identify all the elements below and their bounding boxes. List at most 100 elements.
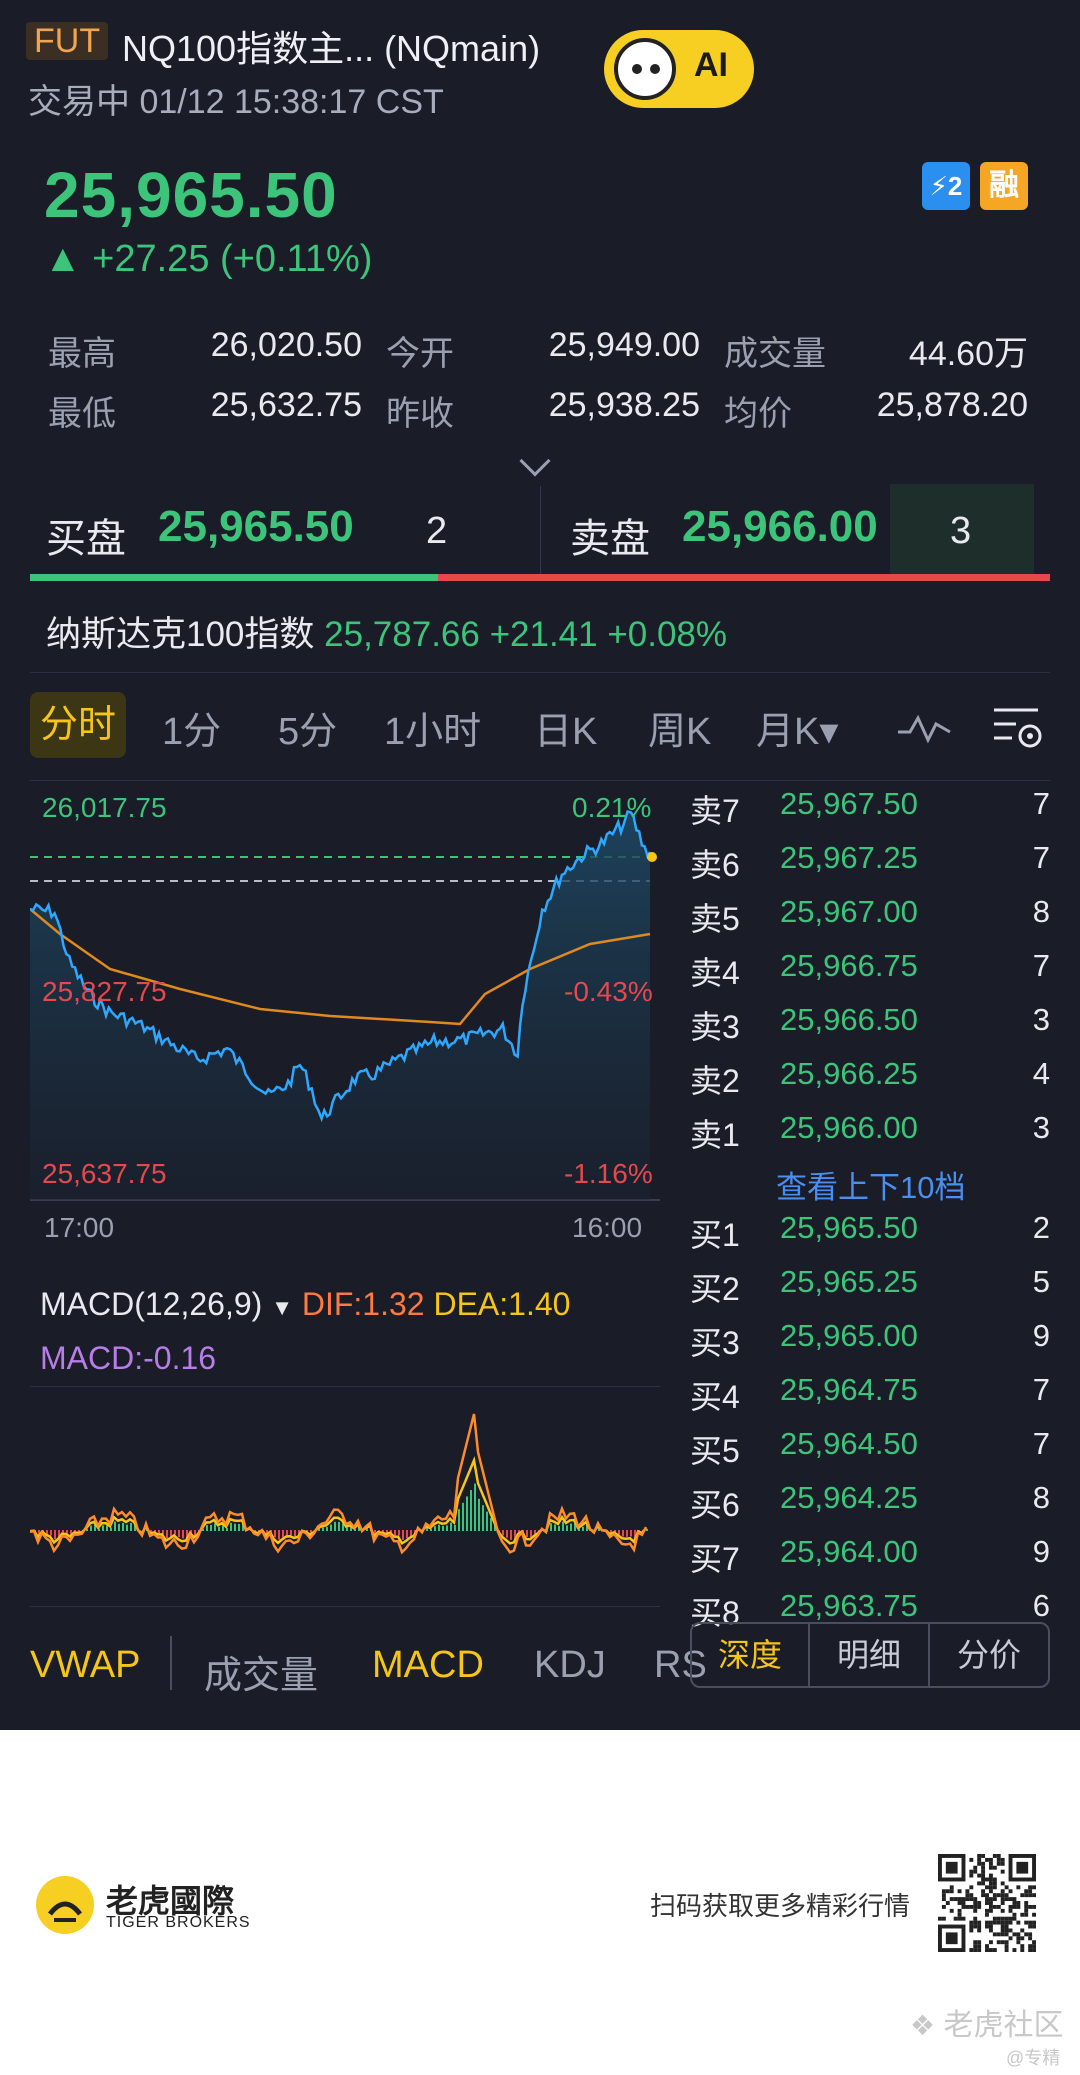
orderbook-level-label: 卖4 bbox=[690, 955, 740, 991]
orderbook-view-switch: 深度 明细 分价 bbox=[690, 1622, 1050, 1688]
orderbook-level-qty: 5 bbox=[1032, 1264, 1050, 1299]
orderbook-level-qty: 9 bbox=[1032, 1534, 1050, 1569]
tab-1hour[interactable]: 1小时 bbox=[384, 700, 481, 755]
stat-avg-label: 均价 bbox=[724, 395, 792, 433]
chart-high-pct: 0.21% bbox=[572, 792, 652, 823]
community-watermark: ❖ 老虎社区 bbox=[910, 2009, 1064, 2042]
orderbook-level-qty: 7 bbox=[1032, 840, 1050, 875]
tab-daily[interactable]: 日K bbox=[534, 700, 597, 755]
brand-subtitle: TIGER BROKERS bbox=[106, 1914, 251, 1931]
ask-qty: 3 bbox=[950, 510, 972, 552]
stat-high-value: 26,020.50 bbox=[210, 326, 362, 364]
time-start-label: 17:00 bbox=[44, 1212, 115, 1243]
chart-low-pct: -1.16% bbox=[564, 1158, 653, 1189]
chart-mid-pct: -0.43% bbox=[564, 976, 653, 1007]
stat-low-value: 25,632.75 bbox=[210, 386, 362, 424]
orderbook-bids-row[interactable]: 买3 25,965.00 9 bbox=[690, 1318, 1050, 1372]
view-more-levels-link[interactable]: 查看上下10档 bbox=[776, 1162, 965, 1207]
tab-5min[interactable]: 5分 bbox=[278, 700, 337, 755]
orderbook-level-price: 25,966.00 bbox=[780, 1110, 918, 1145]
macd-header[interactable]: MACD(12,26,9) ▼ DIF:1.32 DEA:1.40 bbox=[40, 1286, 570, 1323]
indicator-tab-macd[interactable]: MACD bbox=[372, 1644, 484, 1687]
orderbook-level-price: 25,964.75 bbox=[780, 1372, 918, 1407]
index-value: 25,787.66 +21.41 +0.08% bbox=[324, 615, 727, 654]
dropdown-caret-icon[interactable]: ▼ bbox=[271, 1295, 293, 1320]
orderbook-asks-row[interactable]: 卖4 25,966.75 7 bbox=[690, 948, 1050, 1002]
tab-timeshare[interactable]: 分时 bbox=[30, 692, 126, 758]
price-change: ▲ +27.25 (+0.11%) bbox=[44, 238, 373, 280]
instrument-title[interactable]: NQ100指数主... (NQmain) bbox=[122, 20, 540, 72]
stat-avg-value: 25,878.20 bbox=[876, 386, 1028, 424]
index-reference[interactable]: 纳斯达克100指数 25,787.66 +21.41 +0.08% bbox=[46, 606, 727, 657]
orderbook-asks-row[interactable]: 卖2 25,966.25 4 bbox=[690, 1056, 1050, 1110]
orderbook-level-price: 25,963.75 bbox=[780, 1588, 918, 1623]
ask-label: 卖盘 bbox=[570, 517, 650, 561]
macd-dif: DIF:1.32 bbox=[301, 1286, 425, 1322]
chart-mid-label: 25,827.75 bbox=[42, 976, 167, 1007]
orderbook-asks-row[interactable]: 卖3 25,966.50 3 bbox=[690, 1002, 1050, 1056]
orderbook-level-qty: 7 bbox=[1032, 1372, 1050, 1407]
level2-icon[interactable]: ⚡2 bbox=[922, 162, 970, 210]
orderbook-bids-row[interactable]: 买7 25,964.00 9 bbox=[690, 1534, 1050, 1588]
orderbook-asks-row[interactable]: 卖7 25,967.50 7 bbox=[690, 786, 1050, 840]
tab-monthly[interactable]: 月K▾ bbox=[756, 700, 838, 755]
orderbook-level-label: 买2 bbox=[690, 1271, 740, 1307]
indicator-tab-vwap[interactable]: VWAP bbox=[30, 1644, 141, 1687]
segment-depth[interactable]: 深度 bbox=[692, 1624, 810, 1686]
segment-price-distribution[interactable]: 分价 bbox=[930, 1624, 1048, 1686]
orderbook-level-qty: 3 bbox=[1032, 1002, 1050, 1037]
orderbook-level-qty: 3 bbox=[1032, 1110, 1050, 1145]
orderbook-level-label: 卖6 bbox=[690, 847, 740, 883]
orderbook-bids-row[interactable]: 买2 25,965.25 5 bbox=[690, 1264, 1050, 1318]
bid-label: 买盘 bbox=[46, 517, 126, 561]
orderbook-level-price: 25,967.50 bbox=[780, 786, 918, 821]
orderbook-level-qty: 4 bbox=[1032, 1056, 1050, 1091]
orderbook-level-qty: 8 bbox=[1032, 1480, 1050, 1515]
stat-volume-value: 44.60万 bbox=[908, 335, 1028, 373]
futures-badge: FUT bbox=[26, 22, 109, 60]
segment-detail[interactable]: 明细 bbox=[810, 1624, 930, 1686]
orderbook-asks-row[interactable]: 卖6 25,967.25 7 bbox=[690, 840, 1050, 894]
orderbook-level-price: 25,966.50 bbox=[780, 1002, 918, 1037]
orderbook-bids-row[interactable]: 买4 25,964.75 7 bbox=[690, 1372, 1050, 1426]
bid-strength-bar bbox=[30, 574, 438, 581]
indicator-tab-kdj[interactable]: KDJ bbox=[534, 1644, 606, 1687]
orderbook-bids-row[interactable]: 买6 25,964.25 8 bbox=[690, 1480, 1050, 1534]
margin-icon[interactable]: 融 bbox=[980, 162, 1028, 210]
bid-qty: 2 bbox=[426, 510, 448, 552]
macd-chart[interactable] bbox=[30, 1390, 660, 1610]
orderbook-level-price: 25,965.50 bbox=[780, 1210, 918, 1245]
stat-volume-label: 成交量 bbox=[724, 335, 826, 373]
orderbook-level-label: 卖7 bbox=[690, 793, 740, 829]
orderbook-level-label: 卖5 bbox=[690, 901, 740, 937]
orderbook-level-label: 买5 bbox=[690, 1433, 740, 1469]
last-price: 25,965.50 bbox=[44, 159, 338, 231]
orderbook-level-label: 买3 bbox=[690, 1325, 740, 1361]
orderbook-level-label: 卖2 bbox=[690, 1063, 740, 1099]
ai-label: AI bbox=[694, 46, 728, 84]
orderbook-level-qty: 7 bbox=[1032, 786, 1050, 821]
orderbook-level-qty: 6 bbox=[1032, 1588, 1050, 1623]
tiger-robot-icon bbox=[614, 38, 676, 100]
divider bbox=[30, 672, 1050, 673]
indicator-wave-icon[interactable] bbox=[896, 708, 952, 748]
orderbook-asks-row[interactable]: 卖5 25,967.00 8 bbox=[690, 894, 1050, 948]
stat-open-label: 今开 bbox=[386, 335, 454, 373]
orderbook-level-qty: 9 bbox=[1032, 1318, 1050, 1353]
tab-weekly[interactable]: 周K bbox=[648, 700, 711, 755]
qr-code-icon[interactable] bbox=[938, 1854, 1036, 1952]
orderbook-level-qty: 7 bbox=[1032, 948, 1050, 983]
tab-1min[interactable]: 1分 bbox=[162, 700, 221, 755]
orderbook-asks-row[interactable]: 卖1 25,966.00 3 bbox=[690, 1110, 1050, 1164]
orderbook-bids-row[interactable]: 买5 25,964.50 7 bbox=[690, 1426, 1050, 1480]
orderbook-bids-row[interactable]: 买1 25,965.50 2 bbox=[690, 1210, 1050, 1264]
orderbook-level-label: 买1 bbox=[690, 1217, 740, 1253]
orderbook-level-price: 25,965.00 bbox=[780, 1318, 918, 1353]
indicator-tab-volume[interactable]: 成交量 bbox=[204, 1644, 318, 1699]
orderbook-level-qty: 7 bbox=[1032, 1426, 1050, 1461]
orderbook-level-label: 买6 bbox=[690, 1487, 740, 1523]
orderbook-level-price: 25,964.50 bbox=[780, 1426, 918, 1461]
orderbook-level-price: 25,967.25 bbox=[780, 840, 918, 875]
chart-settings-icon[interactable] bbox=[992, 702, 1044, 752]
divider bbox=[30, 1386, 660, 1387]
